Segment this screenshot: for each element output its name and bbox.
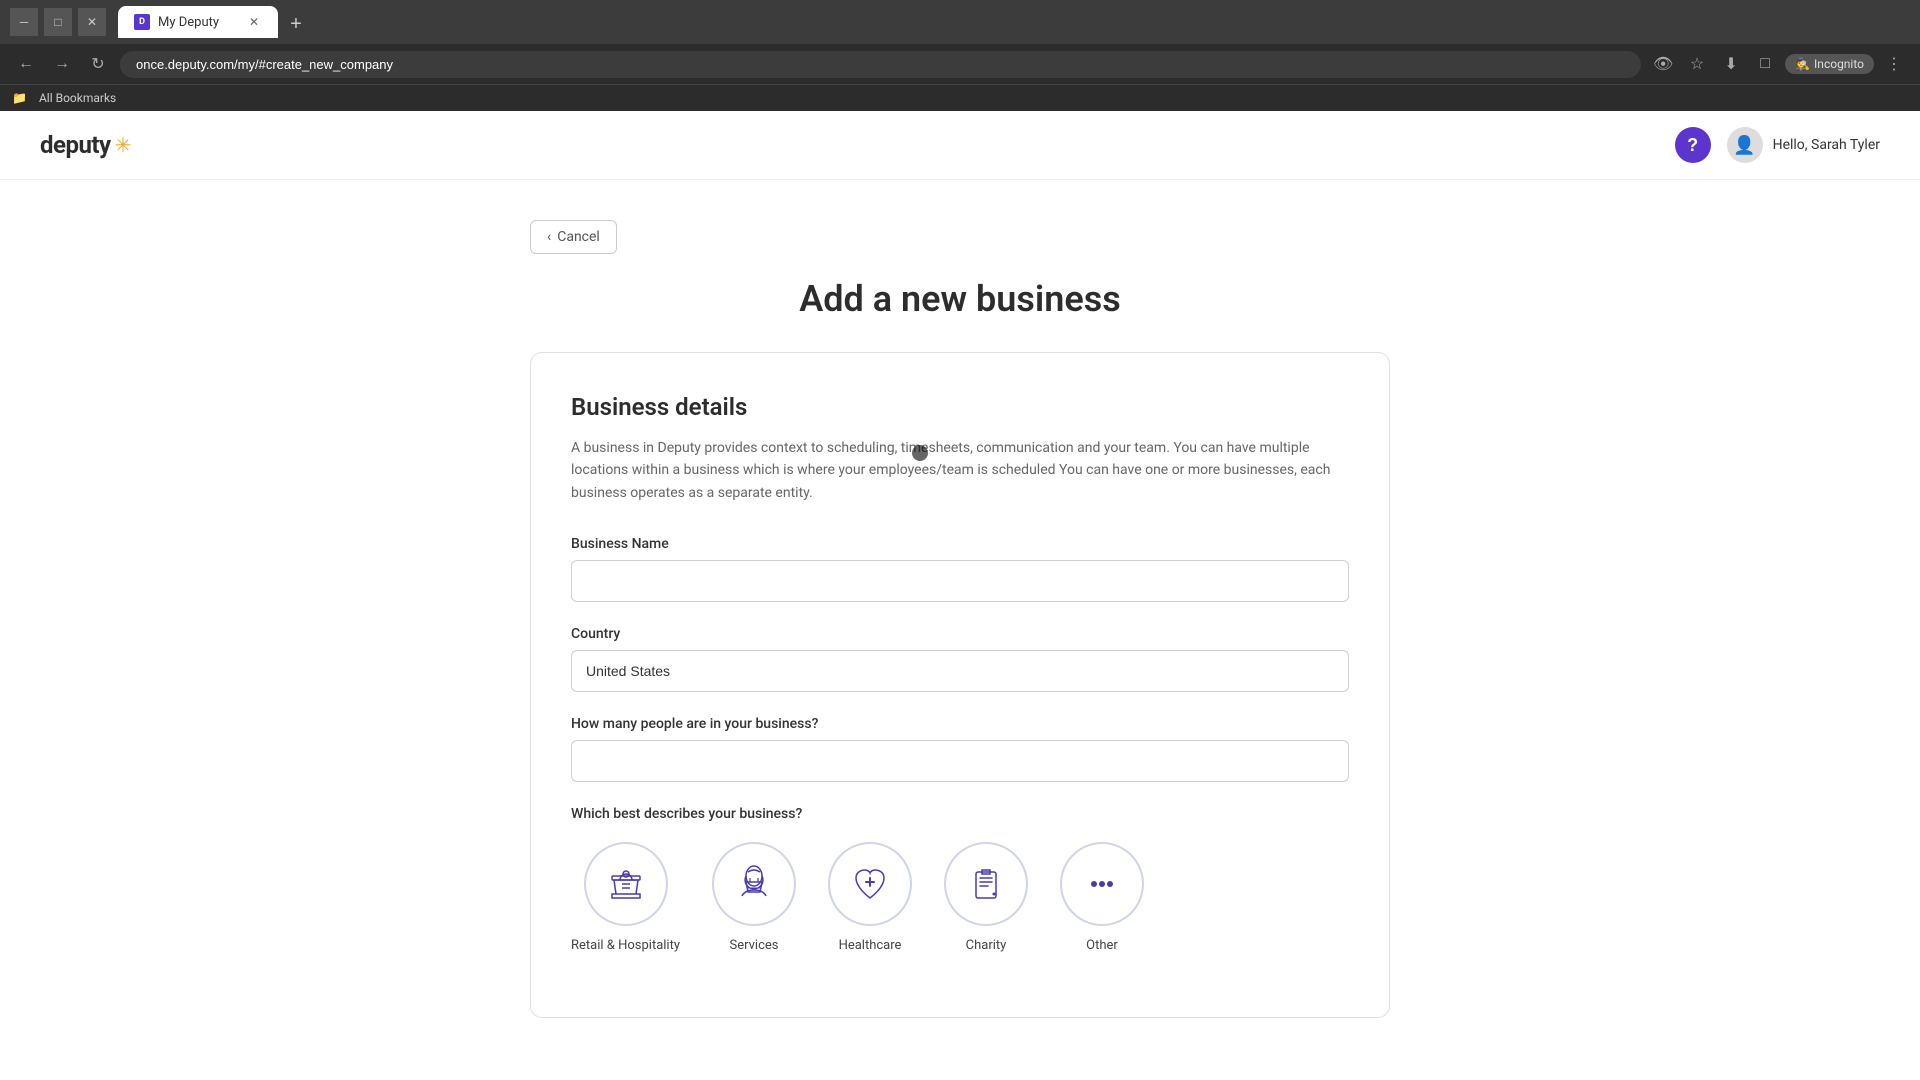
headcount-input[interactable] [571, 740, 1349, 782]
download-button[interactable]: ⬇ [1717, 50, 1745, 78]
healthcare-label: Healthcare [839, 938, 902, 953]
all-bookmarks-link[interactable]: All Bookmarks [35, 89, 120, 107]
business-type-group: Which best describes your business? [571, 806, 1349, 953]
forward-button[interactable]: → [48, 50, 76, 78]
country-label: Country [571, 626, 1349, 642]
back-button[interactable]: ← [12, 50, 40, 78]
business-type-services[interactable]: Services [712, 842, 796, 953]
visibility-toggle-button[interactable]: 👁 [1649, 50, 1677, 78]
charity-icon-circle [944, 842, 1028, 926]
section-title: Business details [571, 393, 1349, 421]
browser-chrome: ─ □ ✕ D My Deputy ✕ + ← → ↻ 👁 ☆ ⬇ □ 🕵 In… [0, 0, 1920, 111]
healthcare-icon [848, 862, 892, 906]
extensions-button[interactable]: □ [1751, 50, 1779, 78]
cancel-button[interactable]: ‹ Cancel [530, 220, 617, 254]
tab-close-button[interactable]: ✕ [246, 14, 262, 30]
logo-star-icon: ✳ [115, 133, 132, 157]
page-title: Add a new business [530, 278, 1390, 320]
retail-icon-circle [584, 842, 668, 926]
address-bar[interactable] [120, 51, 1641, 78]
avatar: 👤 [1727, 127, 1763, 163]
business-type-retail[interactable]: Retail & Hospitality [571, 842, 680, 953]
country-group: Country [571, 626, 1349, 692]
maximize-button[interactable]: □ [44, 8, 72, 36]
business-types-grid: Retail & Hospitality [571, 842, 1349, 953]
section-description: A business in Deputy provides context to… [571, 437, 1349, 504]
menu-button[interactable]: ⋮ [1880, 50, 1908, 78]
new-tab-button[interactable]: + [282, 10, 310, 38]
user-greeting: Hello, Sarah Tyler [1773, 137, 1880, 153]
headcount-group: How many people are in your business? [571, 716, 1349, 782]
services-icon [732, 862, 776, 906]
retail-hospitality-icon [604, 862, 648, 906]
logo: deputy ✳ [40, 131, 131, 159]
business-name-input[interactable] [571, 560, 1349, 602]
business-type-other[interactable]: Other [1060, 842, 1144, 953]
other-icon [1080, 862, 1124, 906]
charity-label: Charity [966, 938, 1007, 953]
services-label: Services [730, 938, 779, 953]
business-name-label: Business Name [571, 536, 1349, 552]
business-type-healthcare[interactable]: Healthcare [828, 842, 912, 953]
business-name-group: Business Name [571, 536, 1349, 602]
app-header: deputy ✳ ? 👤 Hello, Sarah Tyler [0, 111, 1920, 180]
minimize-button[interactable]: ─ [10, 8, 38, 36]
page-content: ‹ Cancel Add a new business Business det… [510, 180, 1410, 1058]
window-controls: ─ □ ✕ [10, 8, 106, 36]
chevron-left-icon: ‹ [547, 229, 551, 245]
close-button[interactable]: ✕ [78, 8, 106, 36]
business-type-label: Which best describes your business? [571, 806, 1349, 822]
cancel-label: Cancel [557, 229, 600, 245]
other-label: Other [1086, 938, 1118, 953]
business-type-charity[interactable]: Charity [944, 842, 1028, 953]
services-icon-circle [712, 842, 796, 926]
healthcare-icon-circle [828, 842, 912, 926]
header-right: ? 👤 Hello, Sarah Tyler [1675, 127, 1880, 163]
headcount-label: How many people are in your business? [571, 716, 1349, 732]
incognito-badge: 🕵 Incognito [1785, 54, 1874, 74]
tab-title: My Deputy [158, 15, 219, 30]
help-button[interactable]: ? [1675, 127, 1711, 163]
form-card: Business details A business in Deputy pr… [530, 352, 1390, 1018]
other-icon-circle [1060, 842, 1144, 926]
retail-label: Retail & Hospitality [571, 938, 680, 953]
tab-favicon: D [134, 14, 150, 30]
toolbar-actions: 👁 ☆ ⬇ □ 🕵 Incognito ⋮ [1649, 50, 1908, 78]
bookmarks-folder-icon: 📁 [12, 91, 27, 105]
logo-text: deputy [40, 131, 111, 159]
bookmark-button[interactable]: ☆ [1683, 50, 1711, 78]
incognito-label: Incognito [1814, 57, 1864, 71]
bookmarks-bar: 📁 All Bookmarks [0, 84, 1920, 111]
app-container: deputy ✳ ? 👤 Hello, Sarah Tyler ‹ Cancel… [0, 111, 1920, 1058]
refresh-button[interactable]: ↻ [84, 50, 112, 78]
browser-toolbar: ← → ↻ 👁 ☆ ⬇ □ 🕵 Incognito ⋮ [0, 44, 1920, 84]
user-info: 👤 Hello, Sarah Tyler [1727, 127, 1880, 163]
country-input[interactable] [571, 650, 1349, 692]
browser-titlebar: ─ □ ✕ D My Deputy ✕ + [0, 0, 1920, 44]
charity-icon [964, 862, 1008, 906]
active-tab[interactable]: D My Deputy ✕ [118, 6, 278, 38]
